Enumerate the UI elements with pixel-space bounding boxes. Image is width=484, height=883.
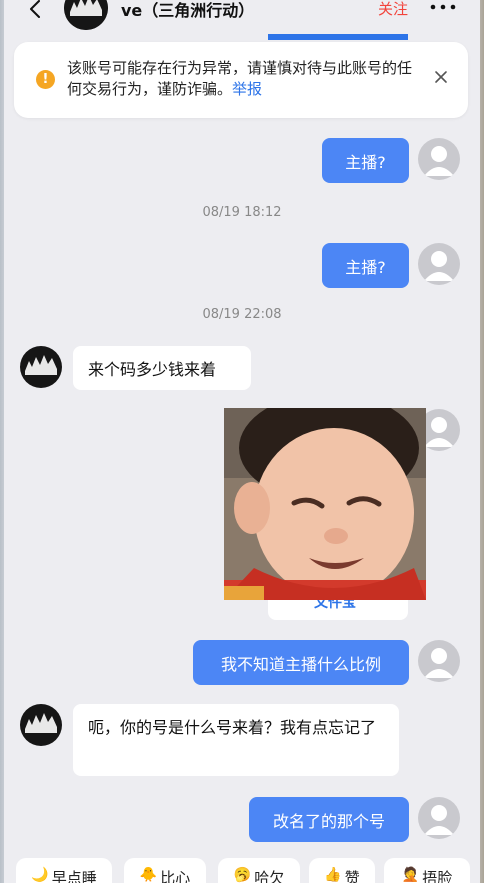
chick-icon: 🐥 <box>139 867 158 883</box>
quick-reply-bar: 🌙 早点睡 🐥 比心 🥱 哈欠 👍 赞 🤦 捂脸 <box>4 852 480 883</box>
chip-label: 捂脸 <box>422 869 453 883</box>
message-text: 主播? <box>345 152 386 172</box>
chat-screen: ve（三角洲行动） 关注 ! 该账号可能存在行为异常，请谨慎对待与此账号的任何交… <box>4 0 480 883</box>
message-text: 我不知道主播什么比例 <box>220 654 381 674</box>
chat-title: ve（三角洲行动） <box>121 1 255 20</box>
contact-avatar[interactable] <box>20 346 62 388</box>
my-avatar[interactable] <box>418 797 460 839</box>
follow-button[interactable]: 关注 <box>378 0 408 19</box>
close-icon[interactable] <box>434 70 448 84</box>
timestamp: 08/19 18:12 <box>202 205 282 220</box>
warning-text: 该账号可能存在行为异常，请谨慎对待与此账号的任何交易行为，谨防诈骗。举报 <box>67 58 423 100</box>
crying-baby-sticker[interactable] <box>224 408 426 600</box>
chip-label: 哈欠 <box>254 869 285 883</box>
message-text: 呃，你的号是什么号来着？我有点忘记了 <box>88 718 377 737</box>
my-avatar[interactable] <box>418 138 460 180</box>
message-bubble-outgoing[interactable]: 主播? <box>322 138 409 183</box>
header-indicator <box>268 34 408 40</box>
my-avatar[interactable] <box>418 243 460 285</box>
message-bubble-outgoing[interactable]: 我不知道主播什么比例 <box>193 640 409 685</box>
chat-header: ve（三角洲行动） 关注 <box>4 0 480 36</box>
message-bubble-outgoing[interactable]: 改名了的那个号 <box>249 797 409 842</box>
quick-reply-chip[interactable]: 🐥 比心 <box>124 858 206 883</box>
message-text: 改名了的那个号 <box>272 811 385 831</box>
contact-avatar[interactable] <box>20 704 62 746</box>
quick-reply-chip[interactable]: 🥱 哈欠 <box>218 858 300 883</box>
chip-label: 比心 <box>160 869 191 883</box>
chip-label: 赞 <box>344 869 360 883</box>
back-arrow-icon[interactable] <box>26 0 46 20</box>
chip-label: 早点睡 <box>51 869 97 883</box>
more-options-icon[interactable] <box>428 2 458 12</box>
quick-reply-chip[interactable]: 👍 赞 <box>309 858 375 883</box>
risk-warning-banner: ! 该账号可能存在行为异常，请谨慎对待与此账号的任何交易行为，谨防诈骗。举报 <box>14 42 468 118</box>
message-text: 主播? <box>345 257 386 277</box>
facepalm-icon: 🤦 <box>401 867 420 883</box>
quick-reply-chip[interactable]: 🌙 早点睡 <box>16 858 112 883</box>
message-bubble-incoming[interactable]: 来个码多少钱来着 <box>73 346 251 390</box>
quick-reply-chip[interactable]: 🤦 捂脸 <box>384 858 470 883</box>
warning-icon: ! <box>36 70 55 89</box>
message-bubble-incoming[interactable]: 呃，你的号是什么号来着？我有点忘记了 <box>73 704 399 776</box>
my-avatar[interactable] <box>418 640 460 682</box>
yawn-icon: 🥱 <box>233 867 252 883</box>
thumbs-up-icon: 👍 <box>324 867 342 883</box>
contact-avatar[interactable] <box>64 0 108 30</box>
report-link[interactable]: 举报 <box>232 80 262 98</box>
timestamp: 08/19 22:08 <box>202 307 282 322</box>
moon-icon: 🌙 <box>31 867 49 883</box>
message-text: 来个码多少钱来着 <box>88 360 217 379</box>
message-bubble-outgoing[interactable]: 主播? <box>322 243 409 288</box>
